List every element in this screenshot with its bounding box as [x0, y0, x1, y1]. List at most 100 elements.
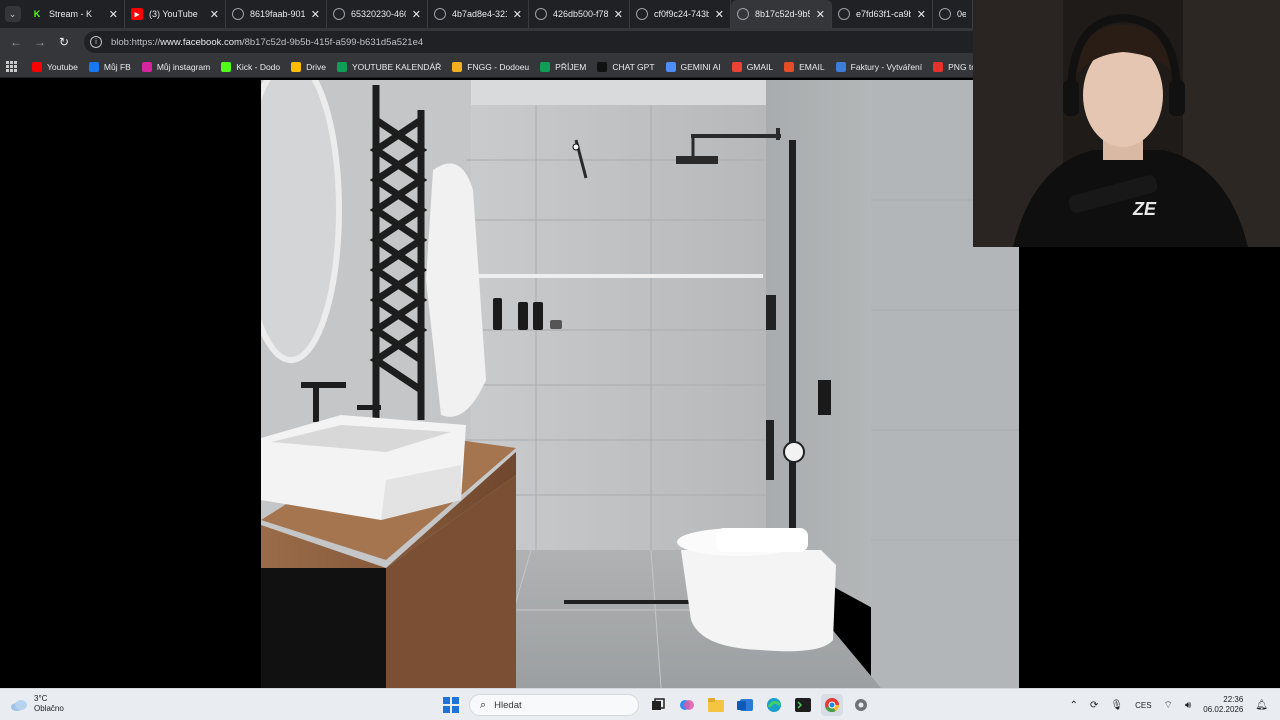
close-tab-icon[interactable]: ✕ [816, 8, 825, 21]
clock-time: 22:36 [1223, 695, 1244, 704]
bookmarks-bar: Youtube Můj FB Můj instagram Kick - Dodo Dri… [0, 56, 973, 78]
bookmark-label: GMAIL [746, 61, 774, 72]
cloud-icon [10, 698, 28, 711]
copilot-button[interactable] [676, 694, 698, 716]
bookmark-item[interactable]: PŘÍJEM [540, 61, 587, 72]
microphone-icon[interactable]: 🎙︎ [1110, 700, 1123, 711]
close-tab-icon[interactable]: ✕ [513, 8, 522, 21]
bookmark-label: Můj instagram [156, 61, 211, 72]
close-tab-icon[interactable]: ✕ [311, 8, 320, 21]
edge-button[interactable] [763, 694, 785, 716]
browser-toolbar: ← → ↻ i blob:https://www.facebook.com/8b… [0, 28, 973, 56]
sheets-icon [540, 61, 551, 72]
tab-title: 426db500-f78 [553, 9, 608, 19]
browser-tab[interactable]: 4b7ad8e4-321 ✕ [428, 0, 529, 28]
screen: ⌄ K Stream - K ✕ ▸ (3) YouTube ✕ 8619faab-901 ✕… [0, 0, 1280, 720]
browser-tab[interactable]: 0e31 [933, 0, 973, 28]
close-tab-icon[interactable]: ✕ [614, 8, 623, 21]
sync-icon[interactable]: ⟳ [1090, 700, 1098, 711]
globe-icon [838, 8, 850, 20]
bookmark-item[interactable]: GEMINI AI [665, 61, 721, 72]
facebook-icon [88, 61, 99, 72]
shower-arm [691, 134, 781, 138]
browser-tab[interactable]: cf0f9c24-743b ✕ [630, 0, 731, 28]
bookmark-label: GEMINI AI [680, 61, 721, 72]
drive-icon [291, 61, 302, 72]
clock[interactable]: 22:36 06.02.2026 [1203, 695, 1243, 715]
forward-button[interactable]: → [28, 35, 52, 49]
task-view-icon [652, 698, 665, 710]
bookmark-item[interactable]: Kick - Dodo [221, 61, 280, 72]
bathroom-render-image [261, 80, 1019, 688]
browser-tab[interactable]: K Stream - K ✕ [25, 0, 125, 28]
bookmark-item[interactable]: CHAT GPT [597, 61, 655, 72]
address-bar[interactable]: i blob:https://www.facebook.com/8b17c52d… [84, 31, 973, 53]
vessel-basin [261, 415, 466, 520]
start-button[interactable] [440, 694, 462, 716]
weather-widget[interactable]: 3°C Oblačno [10, 694, 64, 714]
bookmark-item[interactable]: GMAIL [731, 61, 774, 72]
bookmark-label: PNG to PDF [948, 61, 973, 72]
taskbar-apps: ⌕ Hledat [440, 693, 879, 717]
bookmark-item[interactable]: Faktury - Vytváření [835, 61, 923, 72]
outlook-icon [737, 699, 753, 711]
browser-tab[interactable]: 426db500-f78 ✕ [529, 0, 630, 28]
bookmark-item[interactable]: Youtube [32, 61, 78, 72]
weather-condition: Oblačno [34, 704, 64, 713]
bathroom-render-svg [261, 80, 1019, 688]
bookmark-label: YOUTUBE KALENDÁŘ [351, 61, 442, 72]
close-tab-icon[interactable]: ✕ [715, 8, 724, 21]
back-button[interactable]: ← [4, 35, 28, 49]
language-indicator[interactable]: CES [1135, 701, 1151, 710]
settings-button[interactable] [850, 694, 872, 716]
bookmark-label: FNGG - Dodoeu [467, 61, 530, 72]
close-tab-icon[interactable]: ✕ [109, 8, 118, 21]
tab-title: 4b7ad8e4-321 [452, 9, 507, 19]
bookmark-label: PŘÍJEM [555, 61, 587, 72]
terminal-button[interactable] [792, 694, 814, 716]
tab-search-button[interactable]: ⌄ [0, 0, 25, 28]
bookmark-label: CHAT GPT [612, 61, 655, 72]
site-info-icon[interactable]: i [90, 36, 102, 48]
close-tab-icon[interactable]: ✕ [412, 8, 421, 21]
close-tab-icon[interactable]: ✕ [917, 8, 926, 21]
apps-grid-icon[interactable] [6, 60, 18, 73]
chevron-up-icon[interactable]: ⌃ [1070, 700, 1078, 711]
bookmark-item[interactable]: FNGG - Dodoeu [452, 61, 530, 72]
bookmark-item[interactable]: Drive [291, 61, 326, 72]
basin-faucet [301, 382, 346, 388]
bookmark-item[interactable]: Můj instagram [141, 61, 211, 72]
close-tab-icon[interactable]: ✕ [210, 8, 219, 21]
bookmark-label: Drive [306, 61, 326, 72]
gemini-icon [665, 61, 676, 72]
browser-tab[interactable]: e7fd63f1-ca9b ✕ [832, 0, 933, 28]
browser-tab[interactable]: 8b17c52d-9b5 ✕ [731, 0, 832, 28]
outlook-button[interactable] [734, 694, 756, 716]
flush-plate [818, 380, 831, 415]
bookmark-item[interactable]: EMAIL [784, 61, 825, 72]
file-explorer-button[interactable] [705, 694, 727, 716]
tab-title: e7fd63f1-ca9b [856, 9, 911, 19]
volume-icon[interactable]: 🔊︎ [1185, 700, 1191, 711]
task-view-button[interactable] [647, 694, 669, 716]
terminal-icon [795, 698, 811, 712]
invoice-icon [835, 61, 846, 72]
browser-tab[interactable]: ▸ (3) YouTube ✕ [125, 0, 226, 28]
gmail-icon [731, 61, 742, 72]
notification-bell-icon[interactable]: 🔔︎ [1255, 700, 1268, 711]
bookmark-label: Faktury - Vytváření [850, 61, 923, 72]
taskbar-search[interactable]: ⌕ Hledat [469, 694, 639, 716]
globe-icon [737, 8, 749, 20]
bookmark-item[interactable]: PNG to PDF [933, 61, 973, 72]
kick-icon [221, 61, 232, 72]
windows-taskbar: 3°C Oblačno ⌕ Hledat ⌃ ⟳ 🎙︎ CES ⌔ 🔊︎ 22:… [0, 688, 1280, 720]
wifi-icon[interactable]: ⌔ [1164, 699, 1173, 712]
chrome-button[interactable] [821, 694, 843, 716]
bookmark-item[interactable]: YOUTUBE KALENDÁŘ [336, 61, 442, 72]
browser-tab[interactable]: 8619faab-901 ✕ [226, 0, 327, 28]
folder-icon [708, 698, 724, 712]
reload-button[interactable]: ↻ [52, 35, 76, 49]
bookmark-item[interactable]: Můj FB [88, 61, 131, 72]
browser-tab[interactable]: 65320230-460 ✕ [327, 0, 428, 28]
linear-drain [564, 600, 696, 604]
